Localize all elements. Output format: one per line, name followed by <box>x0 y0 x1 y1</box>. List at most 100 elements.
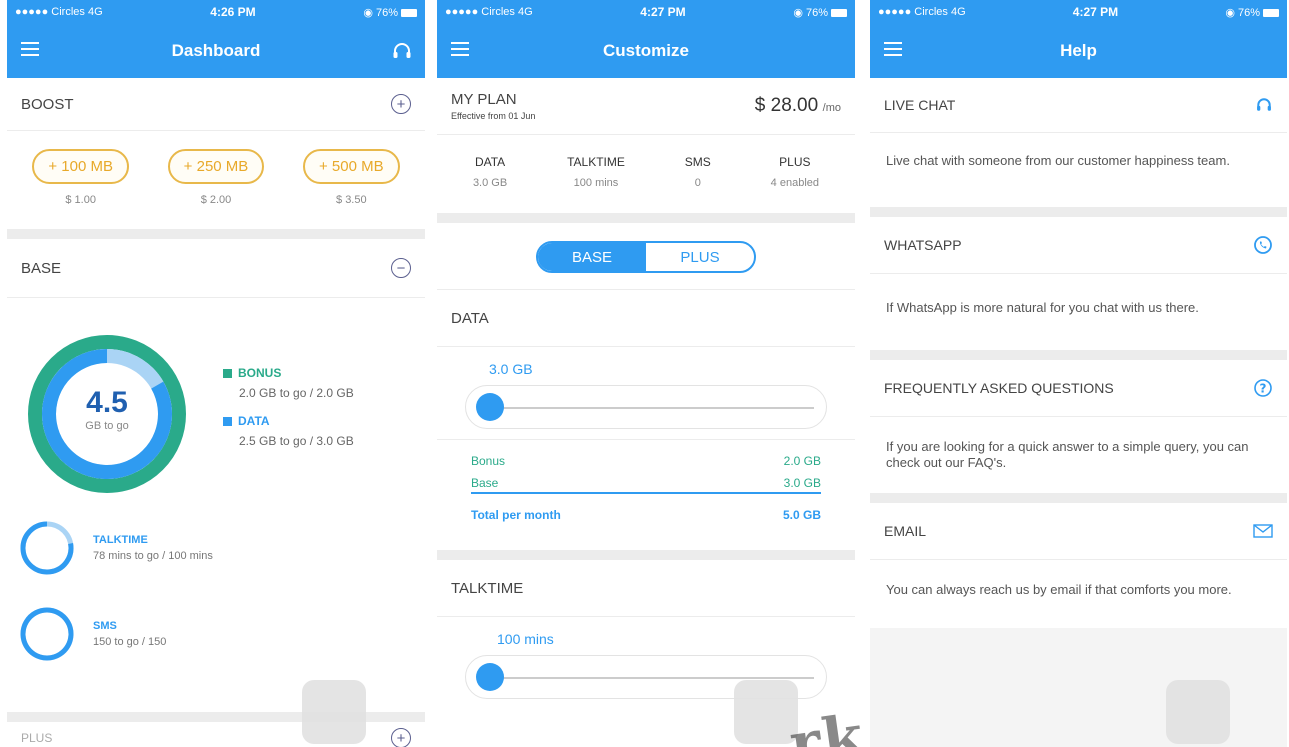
status-bar: ●●●●● Circles 4G 4:27 PM ◉ 76% <box>870 0 1287 24</box>
page-title: Customize <box>603 41 689 60</box>
talktime-label: TALKTIME <box>93 534 148 546</box>
help-item-label: WHATSAPP <box>884 237 962 253</box>
battery-icon <box>1263 8 1279 17</box>
sms-label: SMS <box>93 620 117 632</box>
data-usage-section: 4.5 GB to go BONUS 2.0 GB to go / 2.0 GB… <box>7 298 425 498</box>
data-slider[interactable] <box>465 385 827 429</box>
nav-bar: Customize <box>437 24 855 78</box>
boost-price: $ 2.00 <box>200 194 232 206</box>
add-boost-button[interactable]: + <box>391 94 411 114</box>
tab-base[interactable]: BASE <box>538 243 646 271</box>
help-item-faq[interactable]: FREQUENTLY ASKED QUESTIONS ? If you are … <box>870 360 1287 493</box>
talktime-slider-track[interactable] <box>488 677 814 679</box>
talktime-value: 78 mins to go / 100 mins <box>93 550 213 562</box>
my-plan-header: MY PLAN Effective from 01 Jun $ 28.00 /m… <box>437 78 855 134</box>
data-header: DATA <box>437 290 855 346</box>
talktime-section-label: TALKTIME <box>451 579 524 597</box>
menu-icon[interactable] <box>21 42 39 56</box>
talktime-header: TALKTIME <box>437 560 855 616</box>
help-item-label: LIVE CHAT <box>884 97 956 113</box>
battery-icon <box>831 8 847 17</box>
battery-indicator: ◉ 76% <box>363 6 417 19</box>
customize-screen: ●●●●● Circles 4G 4:27 PM ◉ 76% Customize… <box>437 0 855 747</box>
breakdown-total: Total per month 5.0 GB <box>471 508 821 522</box>
mail-icon <box>1253 524 1273 538</box>
help-item-label: EMAIL <box>884 523 927 539</box>
data-slider-handle[interactable] <box>476 393 504 421</box>
plan-stat: PLUS 4 enabled <box>770 155 819 189</box>
data-section-label: DATA <box>451 309 489 327</box>
question-icon: ? <box>1254 379 1272 397</box>
help-item-live-chat[interactable]: LIVE CHAT Live chat with someone from ou… <box>870 78 1287 207</box>
expand-plus-button[interactable]: + <box>391 728 411 747</box>
nav-bar: Help <box>870 24 1287 78</box>
boost-header: BOOST + <box>7 78 425 130</box>
clock: 4:26 PM <box>210 5 256 19</box>
breakdown-row: Bonus 2.0 GB <box>471 454 821 468</box>
tab-plus[interactable]: PLUS <box>646 243 754 271</box>
base-label: BASE <box>21 259 62 277</box>
carrier-label: ●●●●● Circles 4G <box>15 6 103 18</box>
data-legend: DATA <box>223 414 354 428</box>
sms-usage: SMS 150 to go / 150 <box>7 606 425 662</box>
my-plan-label: MY PLAN <box>451 91 517 108</box>
svg-text:?: ? <box>1260 382 1267 396</box>
plan-price: $ 28.00 <box>754 95 819 116</box>
usage-legend: BONUS 2.0 GB to go / 2.0 GB DATA 2.5 GB … <box>223 366 354 448</box>
boost-option[interactable]: + 100 MB $ 1.00 <box>32 149 129 229</box>
collapse-base-button[interactable]: − <box>391 258 411 278</box>
clock: 4:27 PM <box>1072 5 1119 19</box>
base-plus-toggle[interactable]: BASE PLUS <box>536 241 756 273</box>
plan-toggle-section: BASE PLUS <box>437 223 855 289</box>
clock: 4:27 PM <box>640 5 686 19</box>
carrier-label: ●●●●● Circles 4G <box>445 6 533 18</box>
boost-price: $ 1.00 <box>65 194 96 206</box>
headset-icon <box>1257 98 1271 111</box>
plan-effective-date: Effective from 01 Jun <box>451 111 536 121</box>
talktime-slider-handle[interactable] <box>476 663 504 691</box>
breakdown-row: Base 3.0 GB <box>471 476 821 490</box>
help-item-label: FREQUENTLY ASKED QUESTIONS <box>884 380 1114 396</box>
help-item-desc: Live chat with someone from our customer… <box>886 153 1230 168</box>
boost-option[interactable]: + 250 MB $ 2.00 <box>167 149 265 229</box>
plan-stat: SMS 0 <box>684 155 711 189</box>
plan-stat: TALKTIME 100 mins <box>567 155 625 189</box>
data-total-value: 4.5 <box>86 386 128 419</box>
base-header: BASE − <box>7 239 425 297</box>
talktime-ring <box>20 521 74 575</box>
data-total: 4.5 GB to go <box>25 386 189 432</box>
boost-amount[interactable]: + 250 MB <box>167 149 265 184</box>
boost-label: BOOST <box>21 95 74 113</box>
boost-options: + 100 MB $ 1.00 + 250 MB $ 2.00 + 500 MB… <box>7 131 425 229</box>
sms-ring <box>20 607 74 661</box>
help-screen: ●●●●● Circles 4G 4:27 PM ◉ 76% Help LIVE… <box>870 0 1287 747</box>
nav-bar: Dashboard <box>7 24 425 78</box>
boost-amount[interactable]: + 500 MB <box>303 149 400 184</box>
help-item-desc: If you are looking for a quick answer to… <box>886 439 1249 471</box>
page-title: Dashboard <box>171 41 261 60</box>
status-bar: ●●●●● Circles 4G 4:27 PM ◉ 76% <box>437 0 855 24</box>
boost-amount[interactable]: + 100 MB <box>32 149 129 184</box>
bonus-value: 2.0 GB to go / 2.0 GB <box>239 386 354 400</box>
help-item-whatsapp[interactable]: WHATSAPP If WhatsApp is more natural for… <box>870 217 1287 350</box>
boost-price: $ 3.50 <box>336 194 367 206</box>
watermark-icon <box>302 680 366 744</box>
help-item-desc: If WhatsApp is more natural for you chat… <box>886 300 1199 315</box>
help-item-desc: You can always reach us by email if that… <box>886 582 1232 597</box>
data-slider-track[interactable] <box>488 407 814 409</box>
menu-icon[interactable] <box>451 42 469 56</box>
plan-stat: DATA 3.0 GB <box>472 155 508 189</box>
battery-icon <box>401 8 417 17</box>
whatsapp-icon <box>1254 236 1272 254</box>
battery-indicator: ◉ 76% <box>793 6 847 19</box>
help-item-email[interactable]: EMAIL You can always reach us by email i… <box>870 503 1287 628</box>
plan-stats: DATA 3.0 GB TALKTIME 100 mins SMS 0 PLUS 4 e… <box>437 135 855 213</box>
data-breakdown: Bonus 2.0 GB Base 3.0 GB Total per month 5.… <box>471 454 821 522</box>
boost-option[interactable]: + 500 MB $ 3.50 <box>303 149 400 229</box>
sms-value: 150 to go / 150 <box>93 636 167 648</box>
data-total-unit: GB to go <box>85 420 129 432</box>
plus-label: PLUS <box>21 731 53 745</box>
plan-price-period: /mo <box>822 102 841 114</box>
menu-icon[interactable] <box>884 42 902 56</box>
headset-icon[interactable] <box>391 40 413 62</box>
